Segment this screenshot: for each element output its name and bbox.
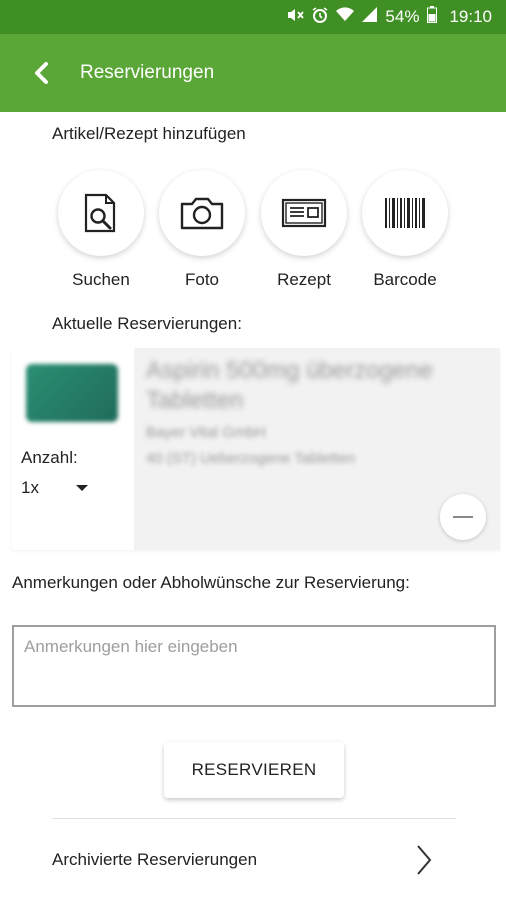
- quantity-select[interactable]: 1x: [21, 476, 101, 500]
- reservation-card-left: Anzahl: 1x: [12, 348, 134, 550]
- photo-action-label: Foto: [184, 270, 220, 289]
- current-section-label: Aktuelle Reservierungen:: [52, 314, 242, 333]
- camera-icon: [180, 197, 224, 230]
- divider: [52, 818, 456, 819]
- search-action-label: Suchen: [72, 270, 130, 289]
- wifi-icon: [336, 7, 355, 27]
- quantity-value: 1x: [21, 478, 39, 497]
- archived-reservations-label: Archivierte Reservierungen: [52, 850, 258, 869]
- product-manufacturer: Bayer Vital GmbH: [146, 424, 266, 441]
- notes-field-frame: [12, 625, 496, 707]
- photo-action-circle[interactable]: [159, 170, 245, 256]
- photo-action-button[interactable]: Foto: [152, 170, 252, 290]
- document-search-icon: [84, 193, 116, 233]
- reservation-card[interactable]: Anzahl: 1x Aspirin 500mg überzogene Tabl…: [12, 348, 500, 550]
- chevron-left-icon: [35, 62, 48, 84]
- barcode-action-circle[interactable]: [362, 170, 448, 256]
- battery-icon: [427, 6, 438, 28]
- notes-label: Anmerkungen oder Abholwünsche zur Reserv…: [12, 573, 410, 592]
- search-action-button[interactable]: Suchen: [51, 170, 151, 290]
- barcode-icon: [385, 198, 425, 228]
- prescription-action-button[interactable]: Rezept: [254, 170, 354, 290]
- status-icons: 54% 19:10: [286, 6, 492, 28]
- barcode-action-button[interactable]: Barcode: [355, 170, 455, 290]
- minus-icon: [453, 516, 473, 518]
- barcode-action-label: Barcode: [373, 270, 437, 289]
- prescription-icon: [281, 198, 327, 228]
- quantity-label: Anzahl:: [21, 448, 78, 467]
- notes-input[interactable]: [14, 627, 494, 705]
- add-actions: Suchen Foto Rezept Barcode: [0, 170, 506, 300]
- add-section-label: Artikel/Rezept hinzufügen: [52, 124, 246, 143]
- product-title: Aspirin 500mg überzogene Tabletten: [146, 357, 433, 414]
- prescription-action-circle[interactable]: [261, 170, 347, 256]
- app-bar: Reservierungen: [0, 34, 506, 112]
- dropdown-caret-icon: [75, 485, 88, 491]
- product-package: 40 (ST) Ueberzogene Tabletten: [146, 450, 356, 467]
- mute-icon: [286, 7, 305, 28]
- page-title: Reservierungen: [80, 62, 215, 83]
- clock-time: 19:10: [449, 7, 492, 26]
- alarm-icon: [312, 6, 328, 28]
- status-bar: 54% 19:10: [0, 0, 506, 34]
- product-image: [26, 364, 118, 422]
- prescription-action-label: Rezept: [277, 270, 331, 289]
- remove-item-button[interactable]: [440, 494, 486, 540]
- signal-icon: [362, 7, 378, 27]
- chevron-right-icon: [417, 845, 432, 875]
- search-action-circle[interactable]: [58, 170, 144, 256]
- reserve-button[interactable]: RESERVIEREN: [164, 742, 344, 798]
- archived-reservations-link[interactable]: Archivierte Reservierungen: [52, 830, 432, 890]
- back-button[interactable]: [30, 62, 52, 84]
- battery-text: 54%: [385, 7, 420, 26]
